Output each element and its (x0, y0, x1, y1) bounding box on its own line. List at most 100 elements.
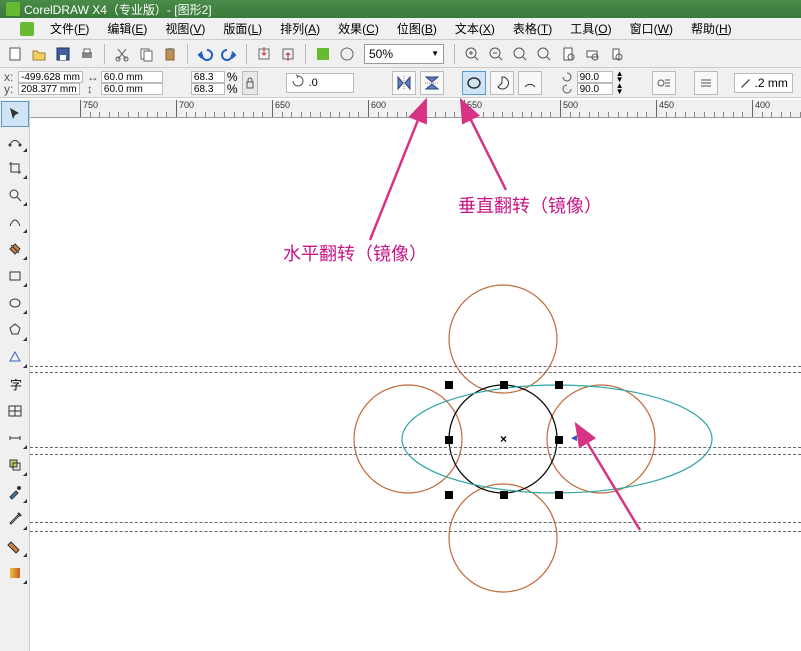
selection-handle[interactable] (445, 436, 453, 444)
selection-handle[interactable] (445, 381, 453, 389)
horizontal-guide[interactable] (30, 372, 801, 373)
menu-view[interactable]: 视图(V) (157, 18, 213, 39)
save-button[interactable] (52, 43, 74, 65)
interactive-tool[interactable] (1, 452, 29, 478)
basic-shapes-tool[interactable] (1, 344, 29, 370)
paste-button[interactable] (159, 43, 181, 65)
scale-x-input[interactable]: 68.3 (191, 71, 225, 83)
zoom-combo[interactable]: 50%▼ (364, 44, 444, 64)
outline-tool[interactable] (1, 506, 29, 532)
ellipse-mode-button[interactable] (462, 71, 486, 95)
zoom-height-button[interactable] (605, 43, 627, 65)
wrap-text-button[interactable] (652, 71, 676, 95)
zoom-width-button[interactable] (581, 43, 603, 65)
table-tool[interactable] (1, 398, 29, 424)
rotation-angle-input[interactable] (286, 73, 354, 93)
dimension-tool[interactable] (1, 425, 29, 451)
annotation-horizontal-flip: 水平翻转（镜像） (283, 240, 427, 266)
arc-mode-button[interactable] (518, 71, 542, 95)
selection-center[interactable]: × (500, 432, 507, 446)
interactive-fill-tool[interactable] (1, 560, 29, 586)
selection-handle[interactable] (445, 491, 453, 499)
zoom-selection-button[interactable] (509, 43, 531, 65)
smart-fill-tool[interactable] (1, 236, 29, 262)
menu-bar: 文件(F) 编辑(E) 视图(V) 版面(L) 排列(A) 效果(C) 位图(B… (0, 18, 801, 40)
canvas[interactable]: ×◄► (30, 118, 801, 651)
scale-y-input[interactable]: 68.3 (191, 83, 225, 95)
mirror-vertical-button[interactable] (420, 71, 444, 95)
app-icon (6, 2, 20, 16)
menu-tools[interactable]: 工具(O) (562, 18, 619, 39)
width-icon: ↔ (87, 71, 99, 83)
zoom-tool[interactable] (1, 182, 29, 208)
horizontal-guide[interactable] (30, 531, 801, 532)
x-position-input[interactable]: -499.628 mm (18, 71, 83, 83)
selection-handle[interactable] (500, 381, 508, 389)
welcome-button[interactable] (336, 43, 358, 65)
width-input[interactable]: 60.0 mm (101, 71, 163, 83)
zoom-page-button[interactable] (557, 43, 579, 65)
copy-button[interactable] (135, 43, 157, 65)
new-button[interactable] (4, 43, 26, 65)
crop-tool[interactable] (1, 155, 29, 181)
menu-text[interactable]: 文本(X) (447, 18, 503, 39)
menu-window[interactable]: 窗口(W) (622, 18, 681, 39)
selection-handle[interactable] (555, 491, 563, 499)
drawing-surface[interactable] (30, 118, 801, 651)
horizontal-ruler[interactable]: 750700650600550500450400350 (30, 100, 801, 118)
import-button[interactable] (253, 43, 275, 65)
toolbox: 字 (0, 100, 30, 651)
menu-effects[interactable]: 效果(C) (330, 18, 387, 39)
pick-tool[interactable] (1, 101, 29, 127)
menu-edit[interactable]: 编辑(E) (99, 18, 155, 39)
cut-button[interactable] (111, 43, 133, 65)
freehand-tool[interactable] (1, 209, 29, 235)
horizontal-guide[interactable] (30, 522, 801, 523)
text-tool[interactable]: 字 (1, 371, 29, 397)
zoom-out-button[interactable] (485, 43, 507, 65)
eyedropper-tool[interactable] (1, 479, 29, 505)
menu-file[interactable]: 文件(F) (42, 18, 97, 39)
menu-help[interactable]: 帮助(H) (683, 18, 740, 39)
menu-table[interactable]: 表格(T) (505, 18, 560, 39)
horizontal-guide[interactable] (30, 366, 801, 367)
ellipse-tool[interactable] (1, 290, 29, 316)
end-angle-input[interactable]: 90.0 (577, 83, 613, 95)
polygon-tool[interactable] (1, 317, 29, 343)
horizontal-guide[interactable] (30, 454, 801, 455)
lock-ratio-button[interactable] (242, 71, 258, 95)
print-button[interactable] (76, 43, 98, 65)
zoom-in-button[interactable] (461, 43, 483, 65)
cw-icon (560, 71, 574, 83)
spinner-icon[interactable]: ▲▼ (616, 83, 624, 95)
outline-width-button[interactable] (694, 71, 718, 95)
zoom-all-button[interactable] (533, 43, 555, 65)
ccw-icon (560, 83, 574, 95)
menu-bitmap[interactable]: 位图(B) (389, 18, 445, 39)
undo-button[interactable] (194, 43, 216, 65)
selection-handle[interactable] (555, 436, 563, 444)
selection-handle[interactable] (555, 381, 563, 389)
mirror-horizontal-button[interactable] (392, 71, 416, 95)
open-button[interactable] (28, 43, 50, 65)
outline-width-input[interactable]: .2 mm (734, 73, 793, 93)
y-position-input[interactable]: 208.377 mm (18, 83, 80, 95)
export-button[interactable] (277, 43, 299, 65)
menu-layout[interactable]: 版面(L) (215, 18, 270, 39)
rectangle-tool[interactable] (1, 263, 29, 289)
y-label: y: (4, 83, 16, 95)
app-launcher-button[interactable] (312, 43, 334, 65)
size-group: ↔60.0 mm ↕60.0 mm (87, 71, 163, 95)
height-input[interactable]: 60.0 mm (101, 83, 163, 95)
fill-tool[interactable] (1, 533, 29, 559)
horizontal-guide[interactable] (30, 447, 801, 448)
redo-button[interactable] (218, 43, 240, 65)
workspace: 750700650600550500450400350 350300250200… (0, 100, 801, 651)
menu-arrange[interactable]: 排列(A) (272, 18, 328, 39)
pie-mode-button[interactable] (490, 71, 514, 95)
shape-tool[interactable] (1, 128, 29, 154)
annotation-vertical-flip: 垂直翻转（镜像） (458, 192, 602, 218)
arc-angles-group: 90.0▲▼ 90.0▲▼ (560, 71, 624, 95)
selection-handle[interactable] (500, 491, 508, 499)
start-angle-input[interactable]: 90.0 (577, 71, 613, 83)
